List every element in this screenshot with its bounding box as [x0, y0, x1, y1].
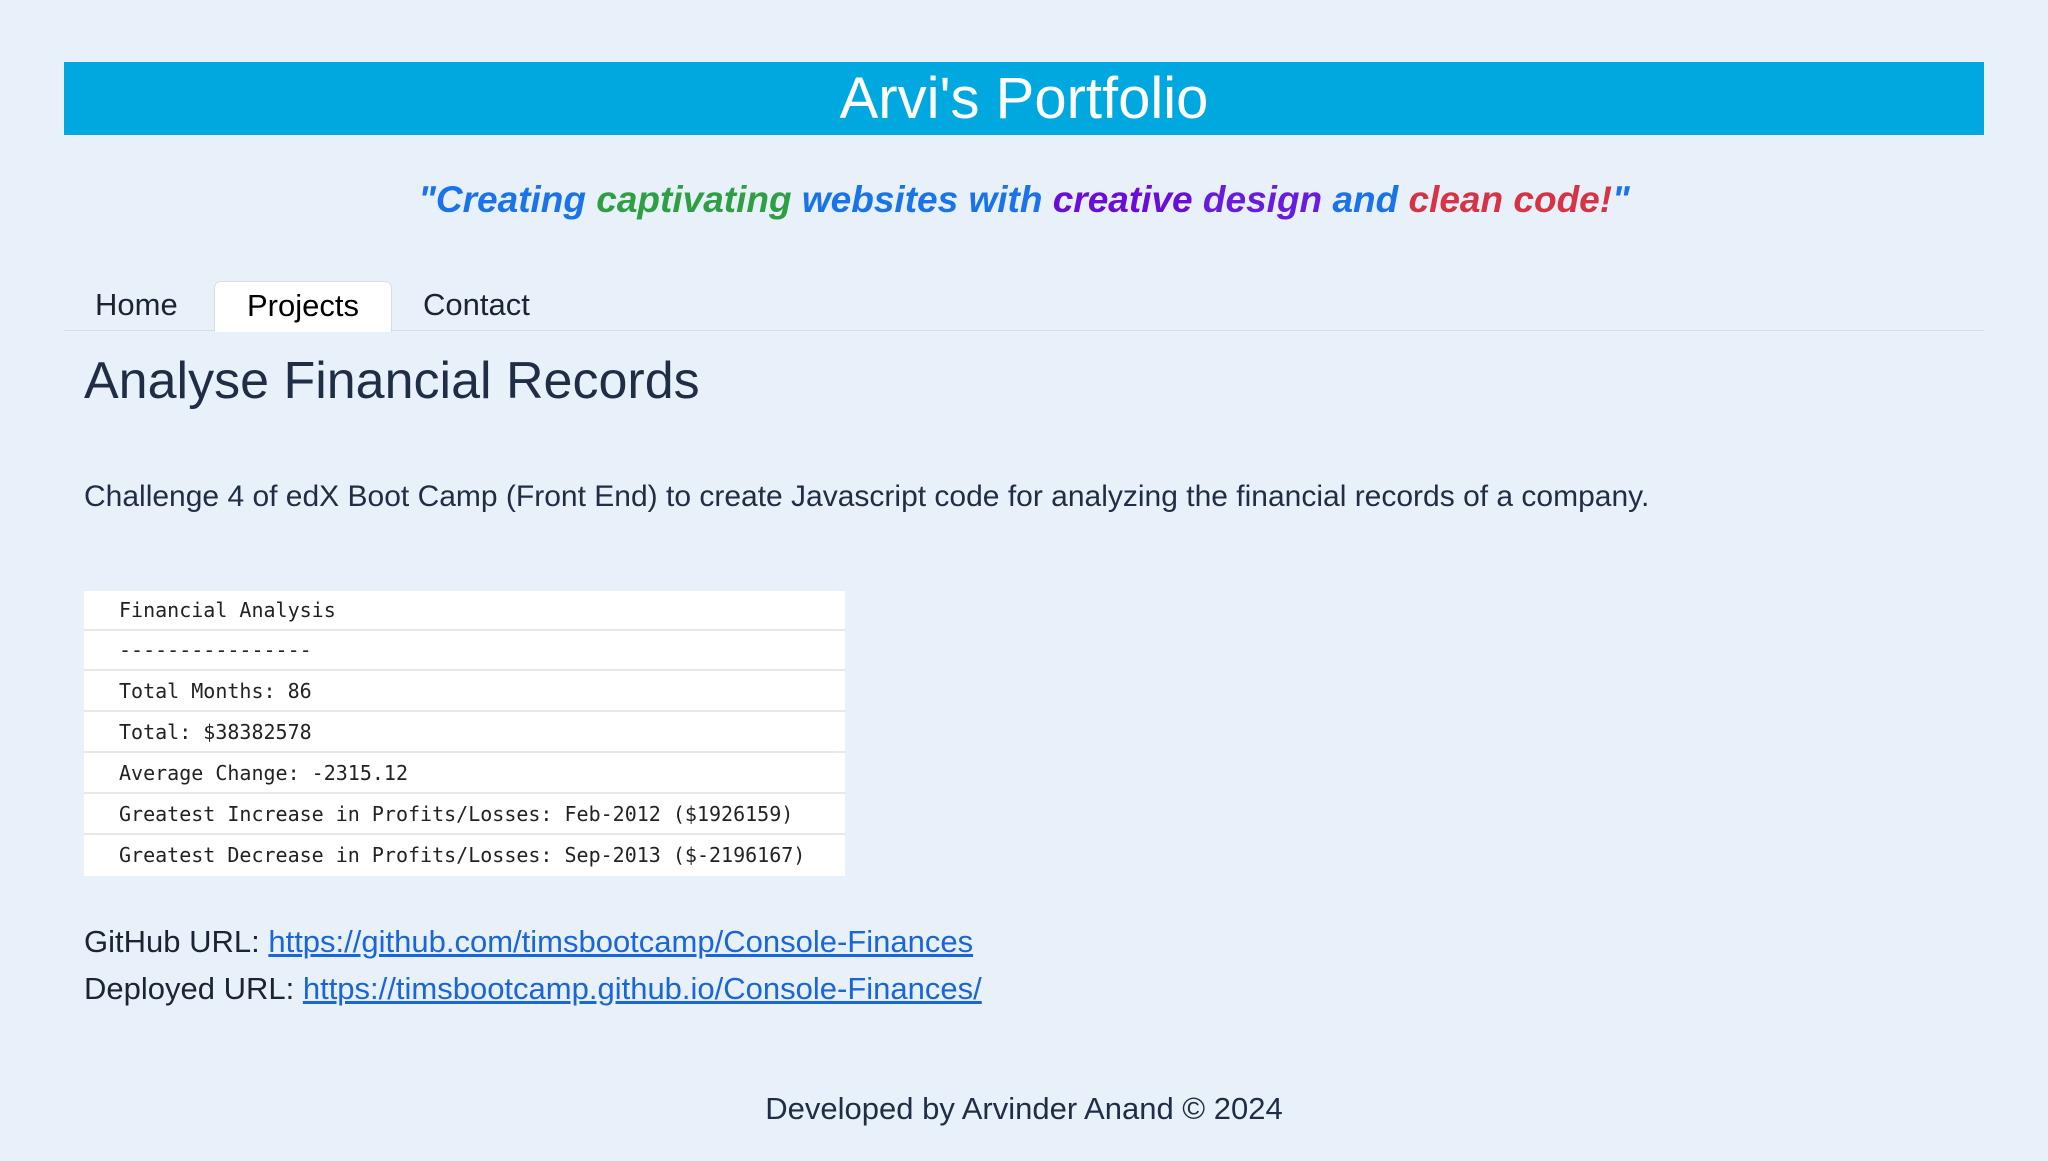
console-line: Total: $38382578: [84, 713, 845, 753]
console-line: Greatest Increase in Profits/Losses: Feb…: [84, 795, 845, 835]
tagline-segment: websites with: [801, 179, 1053, 220]
tagline-segment: captivating: [596, 179, 802, 220]
deployed-label: Deployed URL:: [84, 971, 303, 1006]
console-output-image: Financial Analysis ---------------- Tota…: [84, 591, 845, 876]
tab-home[interactable]: Home: [95, 281, 178, 329]
github-link-row: GitHub URL: https://github.com/timsbootc…: [84, 918, 982, 965]
deployed-link[interactable]: https://timsbootcamp.github.io/Console-F…: [303, 971, 982, 1006]
tagline-segment: clean code!: [1408, 179, 1613, 220]
deployed-link-row: Deployed URL: https://timsbootcamp.githu…: [84, 965, 982, 1012]
tagline-segment: "Creating: [418, 179, 597, 220]
project-links: GitHub URL: https://github.com/timsbootc…: [84, 918, 982, 1012]
footer-text: Developed by Arvinder Anand © 2024: [765, 1091, 1283, 1126]
project-description: Challenge 4 of edX Boot Camp (Front End)…: [84, 480, 1650, 513]
tab-contact[interactable]: Contact: [423, 281, 530, 329]
github-link[interactable]: https://github.com/timsbootcamp/Console-…: [268, 924, 973, 959]
tagline: "Creating captivating websites with crea…: [0, 172, 2048, 228]
site-title: Arvi's Portfolio: [839, 65, 1209, 131]
console-line: ----------------: [84, 631, 845, 671]
tagline-segment: creative: [1052, 179, 1203, 220]
console-line: Average Change: -2315.12: [84, 754, 845, 794]
console-line: Financial Analysis: [84, 591, 845, 631]
tab-projects[interactable]: Projects: [214, 281, 392, 332]
site-header-banner: Arvi's Portfolio: [64, 62, 1984, 135]
tagline-segment: ": [1612, 179, 1630, 220]
console-line: Total Months: 86: [84, 672, 845, 712]
tagline-segment: design: [1202, 179, 1333, 220]
github-label: GitHub URL:: [84, 924, 269, 959]
nav-tabs: Home Projects Contact: [64, 280, 1984, 332]
project-title: Analyse Financial Records: [84, 352, 700, 410]
tagline-segment: and: [1332, 179, 1409, 220]
console-line: Greatest Decrease in Profits/Losses: Sep…: [119, 843, 806, 867]
